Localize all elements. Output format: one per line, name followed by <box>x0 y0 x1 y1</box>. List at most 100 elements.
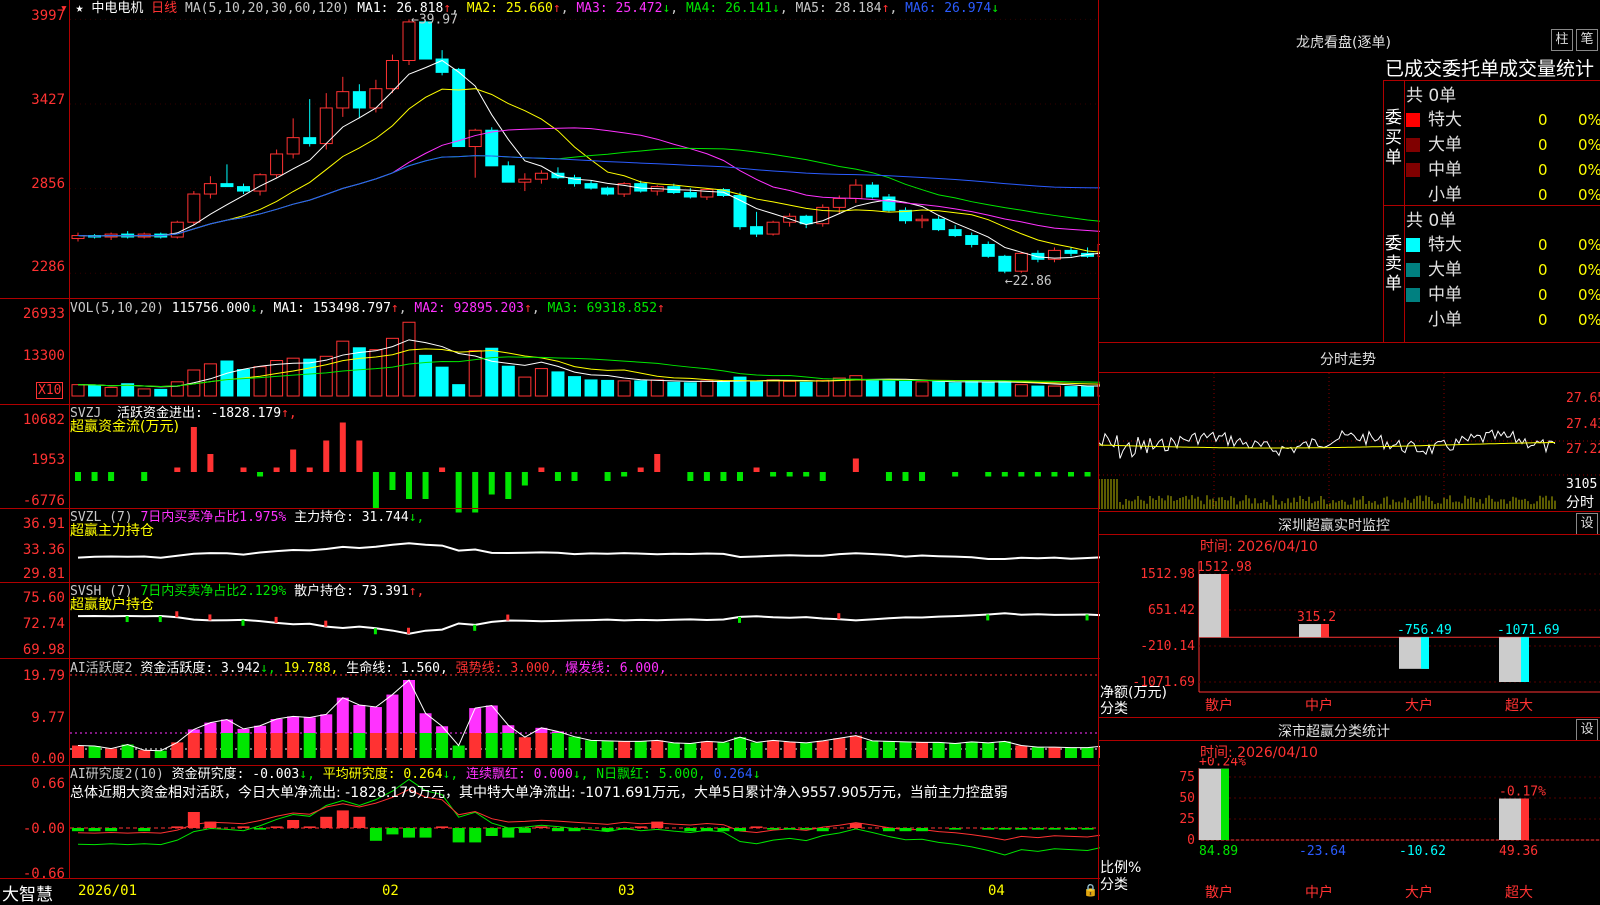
activity-bar <box>105 748 118 758</box>
research-bar <box>254 828 267 830</box>
vol-unit-badge[interactable]: X10 <box>36 382 64 399</box>
candle-body <box>865 184 879 198</box>
vol-header: VOL(5,10,20) 115756.000↓, MA1: 153498.79… <box>70 301 665 316</box>
volume-bar <box>352 347 366 397</box>
order-size-label: 小单 <box>1428 185 1462 205</box>
retail-tick <box>274 616 278 623</box>
activity-bar <box>1015 745 1028 758</box>
retail-holding-line <box>77 612 1100 635</box>
panel-divider <box>0 582 1100 583</box>
panel-divider <box>0 878 1100 879</box>
activity-bar <box>502 733 515 758</box>
candle-body <box>915 218 929 222</box>
fund-flow-bar <box>141 472 148 481</box>
tick-mode-button[interactable]: 笔 <box>1576 29 1598 51</box>
activity-burst-bar <box>369 707 382 733</box>
high-marker: ←39.97 <box>411 12 458 27</box>
vol-tick: 13300 <box>22 348 65 364</box>
volume-bar <box>485 347 499 397</box>
candle-body <box>485 129 499 167</box>
fund-flow-bar <box>985 472 992 477</box>
fund-flow-bar <box>1018 472 1025 477</box>
order-count: 0 <box>1538 136 1548 154</box>
order-pct: 0% <box>1578 261 1600 279</box>
volume-bar <box>816 379 830 397</box>
fund-flow-bar <box>488 472 495 495</box>
research-bar <box>734 828 746 832</box>
sell-side-label: 委卖单 <box>1385 234 1402 294</box>
activity-bar <box>767 740 780 758</box>
ai1-tick: 19.79 <box>22 668 65 684</box>
svzj-tick: -6776 <box>22 493 65 509</box>
lock-icon[interactable]: 🔒 <box>1083 883 1098 897</box>
category-label: 大户 <box>1405 697 1433 714</box>
activity-bar <box>651 740 664 758</box>
research-bar <box>949 828 962 830</box>
candle-body <box>981 243 995 257</box>
ai1-code: AI活跃度2 <box>70 661 133 676</box>
monitor-settings-button[interactable]: 设 <box>1576 513 1598 535</box>
activity-bar <box>1031 747 1044 758</box>
order-row: 小单 0 0% <box>1406 305 1600 330</box>
candle-body <box>187 193 201 223</box>
ai2-arrow5: ↓ <box>752 767 761 782</box>
intraday-footer: 分时 <box>1566 495 1594 511</box>
retail-tick <box>373 628 377 635</box>
activity-bar <box>419 733 432 758</box>
research-bar <box>882 828 895 832</box>
volume-bar <box>584 379 598 397</box>
classify-settings-button[interactable]: 设 <box>1576 719 1598 741</box>
fund-flow-bar <box>919 472 926 481</box>
research-bar <box>568 828 581 832</box>
volume-bar <box>700 380 714 397</box>
order-size-label: 大单 <box>1428 135 1462 155</box>
bar-mode-button[interactable]: 柱 <box>1551 29 1573 51</box>
volume-bar <box>948 382 962 397</box>
candle-body <box>932 218 946 231</box>
candle-body <box>799 215 813 225</box>
axis-divider <box>69 0 70 878</box>
activity-bar <box>336 733 349 758</box>
retail-tick <box>208 614 212 621</box>
order-size-label: 特大 <box>1428 235 1462 255</box>
category-label: 中户 <box>1305 884 1333 900</box>
category-label: 大户 <box>1405 884 1433 900</box>
research-bar <box>535 826 548 828</box>
ratio-value: -23.64 <box>1299 844 1346 859</box>
svsh-tick: 69.98 <box>22 642 65 658</box>
vol-ma2: MA2: 92895.203 <box>414 301 524 316</box>
candle-body <box>352 91 366 109</box>
activity-bar <box>783 741 796 758</box>
research-bar <box>601 828 614 832</box>
activity-bar <box>369 733 382 758</box>
activity-burst-bar <box>336 697 349 733</box>
classify-chart[interactable]: 75 50 25 0 +0.24% 84.89 散户 -23.64 中户 -10.62 大户 -0.1… <box>1099 758 1600 900</box>
activity-bar <box>220 733 233 758</box>
order-size-swatch <box>1406 163 1420 177</box>
candle-body <box>534 172 548 180</box>
fund-flow-bar <box>190 427 197 472</box>
fund-flow-bar <box>240 467 247 472</box>
ratio-value: 49.36 <box>1499 844 1538 859</box>
activity-bar <box>667 742 680 758</box>
fund-flow-bar <box>770 472 777 477</box>
activity-burst-bar <box>237 728 250 733</box>
fund-flow-bar <box>952 472 959 477</box>
fund-flow-bar <box>356 440 363 472</box>
vol-arrow: ↓ <box>250 301 258 316</box>
research-bar <box>634 826 647 828</box>
volume-bar <box>452 384 466 397</box>
activity-bar <box>849 735 862 758</box>
monitor-chart[interactable]: 1512.98 651.42 -210.14 -1071.69 1512.98 散户 315… <box>1099 552 1600 717</box>
volume-bar <box>617 380 631 397</box>
ai2-tick: -0.00 <box>22 821 65 837</box>
volume-bar <box>634 380 648 397</box>
volume-bar <box>154 388 168 397</box>
ai2-arrow3: ↓, <box>572 767 589 782</box>
order-pct: 0% <box>1578 136 1600 154</box>
ai2-header: AI研究度2(10) 资金研究度: -0.003↓, 平均研究度: 0.264↓… <box>70 767 761 782</box>
fund-flow-bar <box>108 472 115 481</box>
intraday-chart[interactable] <box>1099 373 1600 509</box>
candle-body <box>452 68 466 148</box>
candle-body <box>303 137 317 145</box>
